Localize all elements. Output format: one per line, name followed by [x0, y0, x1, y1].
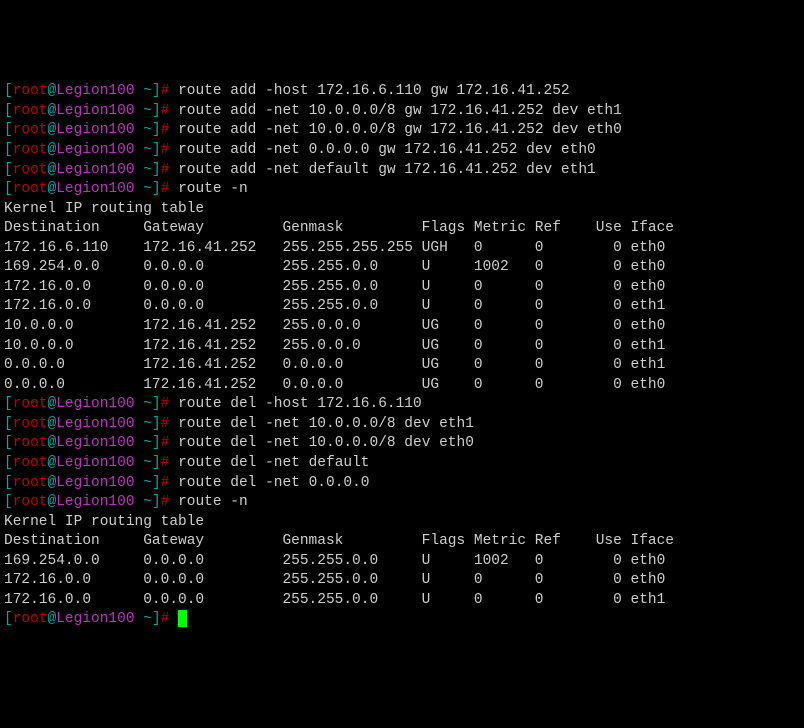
- table-row: 172.16.0.0 0.0.0.0 255.255.0.0 U 0 0 0 e…: [4, 591, 800, 611]
- command-text: route del -net 10.0.0.0/8 dev eth0: [178, 435, 474, 451]
- prompt-line: [root@Legion100 ~]# route -n: [4, 493, 800, 513]
- prompt-line-active: [root@Legion100 ~]#: [4, 610, 800, 630]
- command-text: route -n: [178, 181, 248, 197]
- prompt-line: [root@Legion100 ~]# route del -net defau…: [4, 454, 800, 474]
- command-text: route add -net 10.0.0.0/8 gw 172.16.41.2…: [178, 122, 622, 138]
- prompt-line: [root@Legion100 ~]# route -n: [4, 180, 800, 200]
- prompt-line: [root@Legion100 ~]# route del -host 172.…: [4, 395, 800, 415]
- prompt-line: [root@Legion100 ~]# route add -net 0.0.0…: [4, 141, 800, 161]
- prompt-line: [root@Legion100 ~]# route del -net 10.0.…: [4, 434, 800, 454]
- command-text: route del -host 172.16.6.110: [178, 396, 422, 412]
- prompt-line: [root@Legion100 ~]# route add -net 10.0.…: [4, 121, 800, 141]
- table-row: 0.0.0.0 172.16.41.252 0.0.0.0 UG 0 0 0 e…: [4, 356, 800, 376]
- table-row: 172.16.0.0 0.0.0.0 255.255.0.0 U 0 0 0 e…: [4, 278, 800, 298]
- prompt-line: [root@Legion100 ~]# route del -net 0.0.0…: [4, 474, 800, 494]
- command-text: route del -net 0.0.0.0: [178, 475, 369, 491]
- command-text: route add -net 0.0.0.0 gw 172.16.41.252 …: [178, 142, 596, 158]
- table-row: 172.16.6.110 172.16.41.252 255.255.255.2…: [4, 239, 800, 259]
- command-text: route add -net 10.0.0.0/8 gw 172.16.41.2…: [178, 103, 622, 119]
- table-row: 172.16.0.0 0.0.0.0 255.255.0.0 U 0 0 0 e…: [4, 297, 800, 317]
- table-header: Destination Gateway Genmask Flags Metric…: [4, 219, 800, 239]
- command-text: route del -net 10.0.0.0/8 dev eth1: [178, 416, 474, 432]
- prompt-line: [root@Legion100 ~]# route add -net 10.0.…: [4, 102, 800, 122]
- prompt-line: [root@Legion100 ~]# route add -net defau…: [4, 161, 800, 181]
- table-row: 10.0.0.0 172.16.41.252 255.0.0.0 UG 0 0 …: [4, 337, 800, 357]
- table-title: Kernel IP routing table: [4, 200, 800, 220]
- command-text: route -n: [178, 494, 248, 510]
- table-title: Kernel IP routing table: [4, 513, 800, 533]
- table-row: 169.254.0.0 0.0.0.0 255.255.0.0 U 1002 0…: [4, 552, 800, 572]
- command-text: route add -net default gw 172.16.41.252 …: [178, 162, 596, 178]
- table-header: Destination Gateway Genmask Flags Metric…: [4, 532, 800, 552]
- command-text: route del -net default: [178, 455, 369, 471]
- table-row: 172.16.0.0 0.0.0.0 255.255.0.0 U 0 0 0 e…: [4, 571, 800, 591]
- table-row: 169.254.0.0 0.0.0.0 255.255.0.0 U 1002 0…: [4, 258, 800, 278]
- command-text: route add -host 172.16.6.110 gw 172.16.4…: [178, 83, 570, 99]
- table-row: 0.0.0.0 172.16.41.252 0.0.0.0 UG 0 0 0 e…: [4, 376, 800, 396]
- prompt-line: [root@Legion100 ~]# route add -host 172.…: [4, 82, 800, 102]
- terminal-output: [root@Legion100 ~]# route add -host 172.…: [4, 82, 800, 630]
- cursor[interactable]: [178, 610, 187, 627]
- prompt-line: [root@Legion100 ~]# route del -net 10.0.…: [4, 415, 800, 435]
- table-row: 10.0.0.0 172.16.41.252 255.0.0.0 UG 0 0 …: [4, 317, 800, 337]
